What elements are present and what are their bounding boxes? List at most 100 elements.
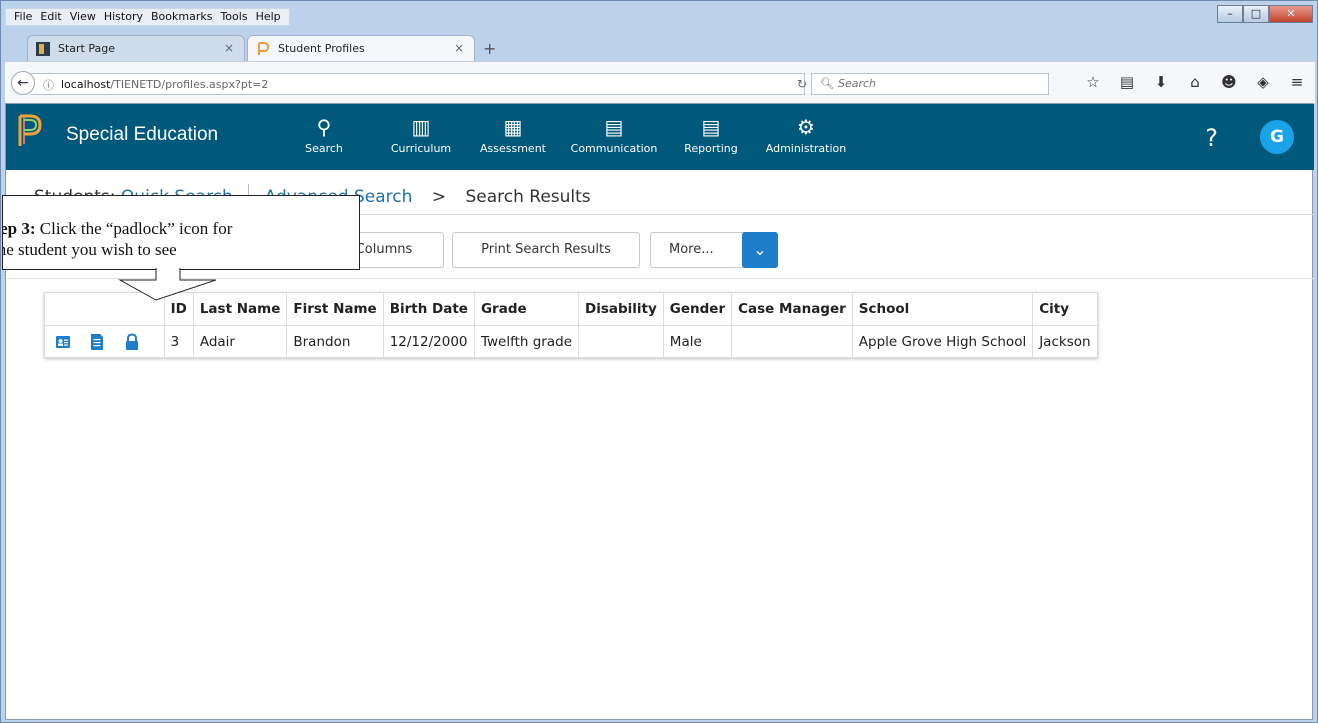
callout-text-1: Click the “padlock” icon for <box>35 219 233 238</box>
nav-administration[interactable]: ⚙ Administration <box>760 112 852 155</box>
cell-city: Jackson <box>1032 325 1098 358</box>
cell-disability <box>578 325 664 358</box>
toolbar-icons: ☆ ▤ ⬇ ⌂ ☻ ◈ ≡ <box>1083 73 1307 91</box>
nav-search[interactable]: ⚲ Search <box>304 112 344 155</box>
breadcrumb-current: Search Results <box>465 187 591 207</box>
tab-close-icon[interactable]: × <box>454 41 464 55</box>
cell-id: 3 <box>163 325 194 358</box>
nav-assessment-label: Assessment <box>480 142 546 155</box>
home-icon[interactable]: ⌂ <box>1185 73 1205 91</box>
avatar[interactable]: G <box>1260 120 1294 154</box>
gear-icon: ⚙ <box>797 115 815 139</box>
tab-start-page[interactable]: Start Page × <box>27 35 245 61</box>
search-icon: 🔍︎ <box>820 77 834 90</box>
columns-button-label: Columns <box>355 242 413 257</box>
url-bar[interactable]: ⓘ localhost/TIENETD/profiles.aspx?pt=2 ↻ <box>31 73 807 95</box>
maximize-button[interactable]: □ <box>1243 5 1269 23</box>
header-grade[interactable]: Grade <box>473 292 580 326</box>
header-first-name[interactable]: First Name <box>286 292 384 326</box>
padlock-icon[interactable] <box>124 332 140 351</box>
menu-view[interactable]: View <box>66 9 100 25</box>
document-icon[interactable] <box>89 333 105 351</box>
profile-card-icon[interactable] <box>55 333 71 351</box>
header-disability[interactable]: Disability <box>578 292 664 326</box>
report-icon: ▤ <box>701 115 721 139</box>
header-gender[interactable]: Gender <box>662 292 733 326</box>
communication-icon: ▤ <box>604 115 624 139</box>
row-actions <box>44 325 165 358</box>
browser-window: File Edit View History Bookmarks Tools H… <box>0 0 1318 723</box>
tab-close-icon[interactable]: × <box>224 41 234 55</box>
print-button-label: Print Search Results <box>481 242 611 257</box>
menu-items: File Edit View History Bookmarks Tools H… <box>5 8 290 26</box>
cell-grade: Twelfth grade <box>473 325 580 358</box>
browser-search-box[interactable]: 🔍︎ <box>811 73 1049 95</box>
menubar: File Edit View History Bookmarks Tools H… <box>5 5 1315 29</box>
nav-reporting[interactable]: ▤ Reporting <box>680 112 742 155</box>
callout-pointer-arrow <box>118 268 216 301</box>
menu-tools[interactable]: Tools <box>216 9 251 25</box>
info-icon[interactable]: ⓘ <box>43 77 54 93</box>
header-city[interactable]: City <box>1032 292 1098 326</box>
help-icon[interactable]: ? <box>1205 124 1218 152</box>
back-button[interactable]: ← <box>11 71 35 95</box>
bookmark-star-icon[interactable]: ☆ <box>1083 73 1103 91</box>
cell-last-name: Adair <box>192 325 288 358</box>
navigation-bar: ⓘ localhost/TIENETD/profiles.aspx?pt=2 ↻… <box>5 61 1315 103</box>
window-controls: – □ ✕ <box>1217 5 1313 23</box>
nav-communication[interactable]: ▤ Communication <box>566 112 662 155</box>
nav-administration-label: Administration <box>765 142 847 155</box>
nav-communication-label: Communication <box>570 142 658 155</box>
chevron-down-icon: ⌄ <box>753 240 767 259</box>
pocket-icon[interactable]: ◈ <box>1253 73 1273 91</box>
menu-file[interactable]: File <box>10 9 36 25</box>
url-path: /TIENETD/profiles.aspx?pt=2 <box>110 78 269 91</box>
tab-student-profiles[interactable]: Student Profiles × <box>247 35 475 61</box>
menu-bookmarks[interactable]: Bookmarks <box>147 9 216 25</box>
url-text: localhost/TIENETD/profiles.aspx?pt=2 <box>61 78 268 91</box>
callout-step: Step 3: <box>3 219 36 238</box>
cell-gender: Male <box>662 325 733 358</box>
header-school[interactable]: School <box>851 292 1034 326</box>
header-case-manager[interactable]: Case Manager <box>731 292 853 326</box>
callout-line-2: the student you wish to see <box>2 240 177 259</box>
breadcrumb-arrow: > <box>431 187 447 207</box>
reading-list-icon[interactable]: ▤ <box>1117 73 1137 91</box>
nav-reporting-label: Reporting <box>684 142 738 155</box>
more-dropdown-toggle[interactable]: ⌄ <box>742 232 778 268</box>
tab-strip: Start Page × Student Profiles × + <box>5 31 1315 61</box>
cell-school: Apple Grove High School <box>851 325 1034 358</box>
cell-case-manager <box>731 325 853 358</box>
browser-search-input[interactable] <box>838 77 1038 90</box>
new-tab-button[interactable]: + <box>483 39 496 58</box>
menu-history[interactable]: History <box>100 9 147 25</box>
nav-search-label: Search <box>305 142 343 155</box>
download-icon[interactable]: ⬇ <box>1151 73 1171 91</box>
tab-label: Start Page <box>58 42 115 55</box>
minimize-button[interactable]: – <box>1217 5 1243 23</box>
close-window-button[interactable]: ✕ <box>1269 5 1313 23</box>
callout-line-1: Step 3: Click the “padlock” icon for <box>3 218 359 239</box>
header-birth-date[interactable]: Birth Date <box>382 292 475 326</box>
reload-icon[interactable]: ↻ <box>797 77 807 91</box>
tab-label: Student Profiles <box>278 42 365 55</box>
smiley-icon[interactable]: ☻ <box>1219 73 1239 91</box>
menu-icon[interactable]: ≡ <box>1287 73 1307 91</box>
app-title: Special Education <box>66 124 219 145</box>
page-content: Special Education ⚲ Search ▥ Curriculum … <box>2 103 1314 720</box>
print-search-results-button[interactable]: Print Search Results <box>452 232 640 268</box>
menu-edit[interactable]: Edit <box>36 9 65 25</box>
menu-help[interactable]: Help <box>252 9 285 25</box>
nav-assessment[interactable]: ▦ Assessment <box>476 112 550 155</box>
book-icon: ▥ <box>411 115 431 139</box>
start-page-favicon-icon <box>36 41 50 56</box>
nav-curriculum[interactable]: ▥ Curriculum <box>388 112 454 155</box>
powerschool-favicon-icon <box>258 41 270 55</box>
nav-curriculum-label: Curriculum <box>390 142 452 155</box>
cell-birth-date: 12/12/2000 <box>382 325 475 358</box>
table-row: 3 Adair Brandon 12/12/2000 Twelfth grade… <box>44 325 1098 358</box>
cell-first-name: Brandon <box>286 325 384 358</box>
search-icon: ⚲ <box>316 115 332 139</box>
clipboard-icon: ▦ <box>503 115 523 139</box>
app-header: Special Education ⚲ Search ▥ Curriculum … <box>6 104 1314 170</box>
